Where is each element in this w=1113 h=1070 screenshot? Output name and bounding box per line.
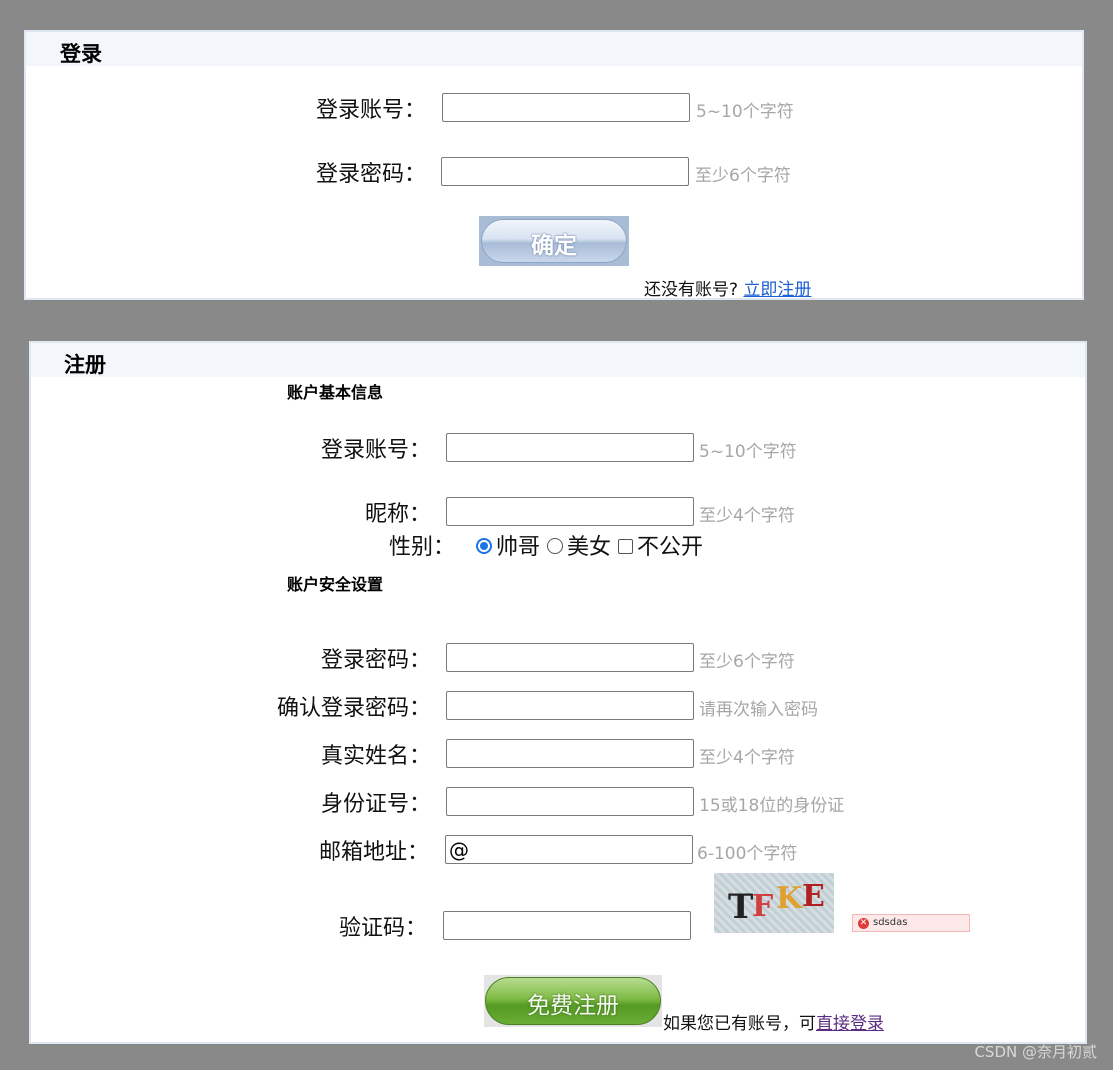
login-header	[26, 32, 1082, 66]
captcha-input[interactable]	[443, 911, 691, 940]
login-account-hint: 5~10个字符	[696, 102, 794, 122]
nickname-label: 昵称：	[364, 502, 431, 527]
captcha-error-badge: ✕ sdsdas	[852, 914, 970, 932]
have-account-row: 如果您已有账号，可直接登录	[663, 1009, 884, 1034]
have-account-text: 如果您已有账号，可	[663, 1014, 816, 1034]
captcha-image[interactable]: T F K E	[714, 873, 834, 933]
login-confirm-button[interactable]: 确定	[479, 216, 629, 266]
direct-login-link[interactable]: 直接登录	[816, 1014, 884, 1034]
login-password-label: 登录密码：	[315, 162, 426, 187]
login-password-hint: 至少6个字符	[695, 166, 791, 186]
idcard-input[interactable]	[446, 787, 694, 816]
error-icon: ✕	[858, 918, 869, 929]
email-input[interactable]	[445, 835, 693, 864]
register-password-hint: 至少6个字符	[699, 652, 795, 672]
confirm-button-label: 确定	[531, 232, 577, 258]
realname-hint: 至少4个字符	[699, 748, 795, 768]
security-section-title: 账户安全设置	[287, 575, 384, 594]
register-password-input[interactable]	[446, 643, 694, 672]
register-account-input[interactable]	[446, 433, 694, 462]
captcha-char-4: E	[802, 879, 825, 914]
confirm-password-hint: 请再次输入密码	[699, 700, 818, 720]
gender-radio-male[interactable]	[476, 538, 493, 554]
confirm-password-label: 确认登录密码：	[276, 696, 431, 721]
login-account-input[interactable]	[442, 93, 690, 122]
login-panel: 登录 登录账号： 5~10个字符 登录密码： 至少6个字符 确定 还没有账号? …	[24, 30, 1084, 300]
basic-info-section-title: 账户基本信息	[287, 383, 384, 402]
realname-label: 真实姓名：	[320, 744, 431, 769]
free-register-button[interactable]: 免费注册	[484, 975, 662, 1027]
gender-option-female: 美女	[567, 535, 612, 560]
gender-option-male: 帅哥	[496, 535, 541, 560]
confirm-password-input[interactable]	[446, 691, 694, 720]
realname-input[interactable]	[446, 739, 694, 768]
login-title: 登录	[60, 42, 102, 66]
gender-radio-female[interactable]	[547, 538, 564, 554]
register-account-hint: 5~10个字符	[699, 442, 797, 462]
captcha-label: 验证码：	[338, 916, 427, 941]
captcha-char-1: T	[728, 887, 754, 927]
nickname-hint: 至少4个字符	[699, 506, 795, 526]
watermark: CSDN @奈月初贰	[974, 1043, 1097, 1061]
register-password-label: 登录密码：	[320, 648, 431, 673]
login-account-label: 登录账号：	[315, 98, 426, 123]
no-account-text: 还没有账号?	[644, 280, 739, 300]
gender-option-private: 不公开	[637, 535, 704, 560]
email-label: 邮箱地址：	[318, 840, 429, 865]
login-password-input[interactable]	[441, 157, 689, 186]
login-no-account-row: 还没有账号? 立即注册	[644, 275, 811, 300]
gender-label: 性别：	[389, 535, 456, 560]
captcha-error-text: sdsdas	[873, 917, 908, 928]
register-title: 注册	[64, 353, 106, 377]
register-account-label: 登录账号：	[320, 438, 431, 463]
gender-checkbox-private[interactable]	[618, 538, 634, 554]
gender-row: 性别： 帅哥 美女 不公开	[389, 529, 703, 561]
captcha-char-2: F	[752, 889, 774, 924]
register-now-link[interactable]: 立即注册	[743, 280, 811, 300]
idcard-label: 身份证号：	[320, 792, 431, 817]
register-header	[31, 343, 1085, 377]
email-hint: 6-100个字符	[697, 844, 798, 864]
nickname-input[interactable]	[446, 497, 694, 526]
captcha-char-3: K	[776, 881, 803, 916]
register-panel: 注册 账户基本信息 登录账号： 5~10个字符 昵称： 至少4个字符 性别： 帅…	[29, 341, 1087, 1044]
idcard-hint: 15或18位的身份证	[699, 796, 845, 816]
register-button-label: 免费注册	[527, 992, 619, 1018]
